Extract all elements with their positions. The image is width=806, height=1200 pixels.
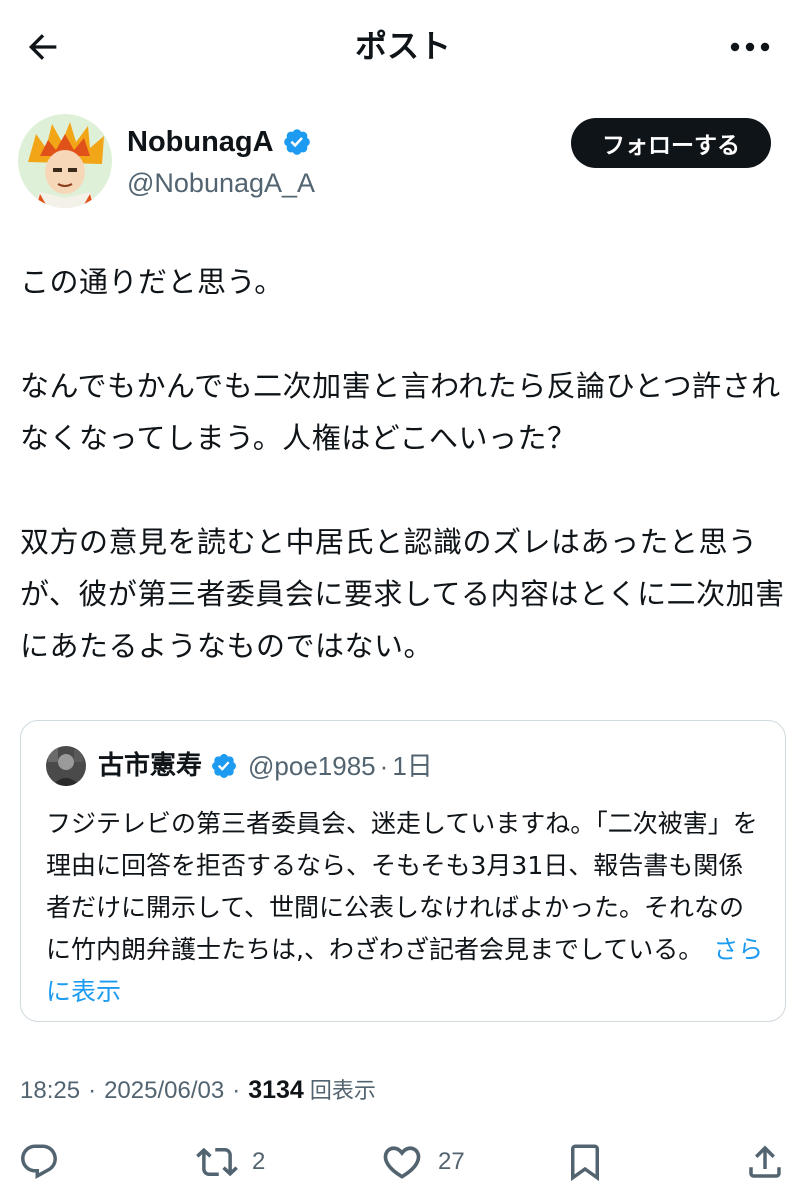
quoted-handle: @poe1985 xyxy=(248,751,376,781)
action-bar: 2 27 xyxy=(0,1132,806,1192)
avatar-image xyxy=(18,114,112,208)
separator-dot: · xyxy=(88,1077,97,1104)
display-name[interactable]: NobunagA xyxy=(127,124,274,160)
reply-icon xyxy=(21,1144,57,1179)
post-text: この通りだと思う。 なんでもかんでも二次加害と言われたら反論ひとつ許されなくなっ… xyxy=(20,256,790,672)
repost-icon xyxy=(196,1147,238,1177)
page-title: ポスト xyxy=(354,27,451,65)
display-name-row: NobunagA xyxy=(127,124,312,160)
post-paragraph: この通りだと思う。 xyxy=(20,265,284,299)
post-time[interactable]: 18:25 xyxy=(20,1071,80,1111)
heart-icon xyxy=(383,1146,421,1179)
bookmark-icon xyxy=(571,1144,599,1182)
verified-badge-icon xyxy=(212,754,236,778)
quoted-avatar xyxy=(46,746,86,786)
verified-badge-icon xyxy=(283,129,310,155)
repost-button[interactable]: 2 xyxy=(196,1140,265,1184)
separator-dot: · xyxy=(232,1077,241,1104)
share-button[interactable] xyxy=(744,1140,786,1184)
post-paragraph: なんでもかんでも二次加害と言われたら反論ひとつ許されなくなってしまう。人権はどこ… xyxy=(20,369,781,455)
quoted-display-name: 古市憲寿 xyxy=(98,751,203,781)
like-button[interactable]: 27 xyxy=(380,1140,465,1184)
quoted-text-body: フジテレビの第三者委員会、迷走していますね。「二次被害」を理由に回答を拒否するな… xyxy=(46,809,758,964)
post-date[interactable]: 2025/06/03 xyxy=(104,1071,224,1111)
quoted-post-card[interactable]: 古市憲寿 @poe1985 · 1日 フジテレビの第三者委員会、迷走していますね… xyxy=(20,720,786,1022)
quoted-post-header: 古市憲寿 @poe1985 · 1日 xyxy=(46,745,433,787)
author-header: NobunagA @NobunagA_A フォローする xyxy=(0,110,806,220)
follow-button[interactable]: フォローする xyxy=(571,118,771,168)
quoted-post-text: フジテレビの第三者委員会、迷走していますね。「二次被害」を理由に回答を拒否するな… xyxy=(46,803,766,1013)
post-meta: 18:25 · 2025/06/03 · 3134 回表示 xyxy=(20,1070,376,1112)
top-bar: ポスト xyxy=(0,0,806,92)
view-count: 3134 xyxy=(248,1076,304,1104)
post-paragraph: 双方の意見を読むと中居氏と認識のズレはあったと思うが、彼が第三者委員会に要求して… xyxy=(20,525,785,663)
bookmark-button[interactable] xyxy=(564,1140,606,1184)
separator-dot: · xyxy=(379,751,389,781)
author-handle[interactable]: @NobunagA_A xyxy=(127,166,315,200)
quoted-timestamp: 1日 xyxy=(392,751,433,781)
avatar[interactable] xyxy=(18,114,112,208)
view-count-label: 回表示 xyxy=(309,1079,376,1104)
reply-button[interactable] xyxy=(18,1140,60,1184)
share-icon xyxy=(749,1145,781,1178)
repost-count: 2 xyxy=(252,1148,266,1175)
more-horizontal-icon xyxy=(730,42,770,52)
quoted-avatar-image xyxy=(46,746,86,786)
more-options-button[interactable] xyxy=(722,24,778,70)
like-count: 27 xyxy=(438,1148,465,1175)
